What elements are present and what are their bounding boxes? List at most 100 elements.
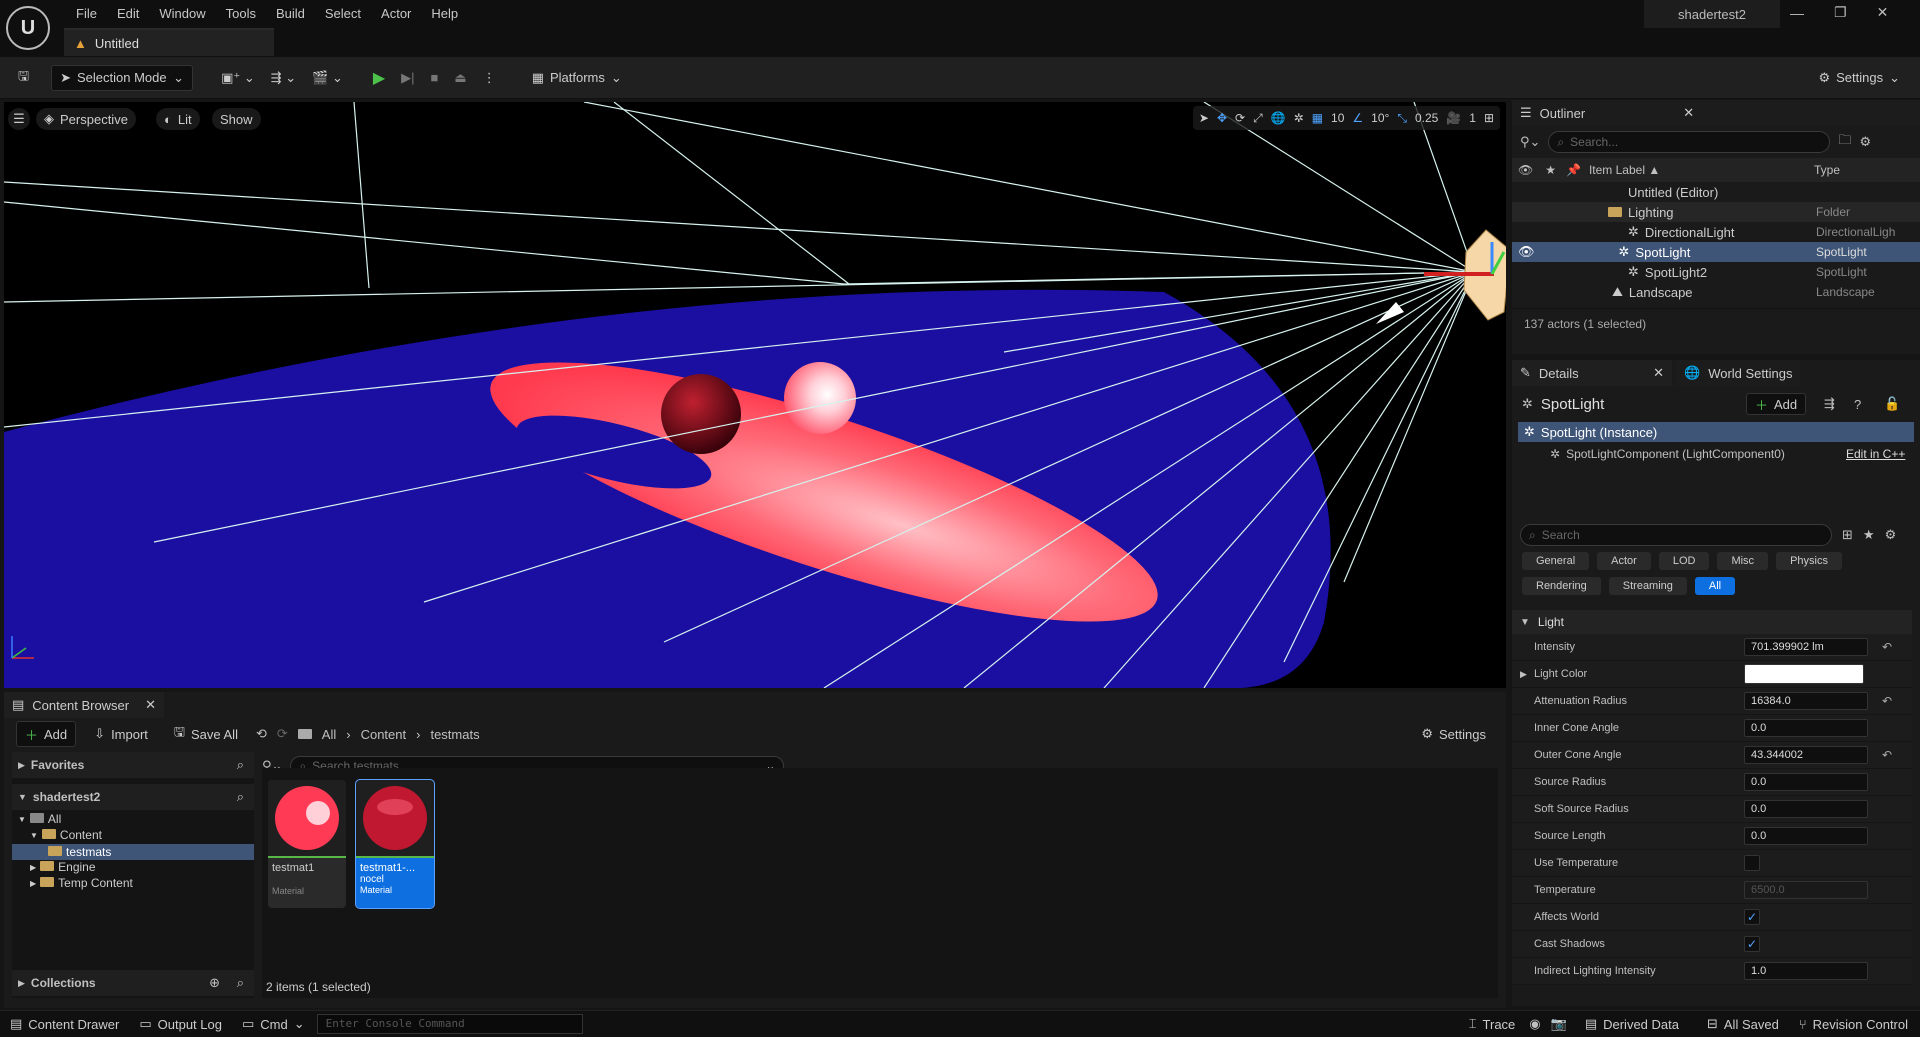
revision-control-button[interactable]: ⑂ Revision Control: [1799, 1017, 1908, 1032]
filter-streaming[interactable]: Streaming: [1608, 576, 1687, 595]
outliner-row-landscape[interactable]: ⛰ Landscape Landscape: [1512, 282, 1920, 302]
use-temperature-checkbox[interactable]: [1744, 855, 1760, 871]
cinematics-button[interactable]: 🎬 ⌄: [304, 65, 351, 91]
close-icon[interactable]: ✕: [1653, 365, 1664, 381]
tree-item-engine[interactable]: ▶ Engine: [30, 860, 96, 874]
collections-header[interactable]: ▶ Collections ⊕ ⌕: [12, 970, 254, 996]
perspective-button[interactable]: ◈ Perspective: [36, 108, 136, 130]
translate-tool-icon[interactable]: ✥: [1217, 111, 1227, 125]
derived-data-button[interactable]: ▤ Derived Data: [1585, 1016, 1679, 1032]
viewport-menu-button[interactable]: ☰: [8, 108, 30, 130]
rotation-snap-value[interactable]: 10°: [1371, 111, 1389, 125]
add-collection-icon[interactable]: ⊕: [209, 975, 220, 991]
filter-physics[interactable]: Physics: [1776, 551, 1842, 570]
gear-icon[interactable]: ⚙: [1859, 134, 1871, 150]
restore-icon[interactable]: ❐: [1834, 4, 1847, 21]
unreal-logo-icon[interactable]: U: [6, 6, 50, 50]
world-space-icon[interactable]: 🌐: [1271, 111, 1286, 125]
asset-tile-selected[interactable]: testmat1-... nocel Material: [355, 779, 435, 909]
component-instance-row[interactable]: ✲ SpotLight (Instance): [1518, 422, 1914, 442]
menu-help[interactable]: Help: [421, 6, 468, 21]
menu-actor[interactable]: Actor: [371, 6, 421, 21]
section-light-header[interactable]: ▼ Light: [1512, 610, 1912, 634]
visibility-icon[interactable]: 👁: [1518, 244, 1535, 260]
save-button[interactable]: 🖫: [10, 65, 37, 91]
camera-speed-icon[interactable]: 🎥: [1446, 111, 1461, 125]
red-sphere[interactable]: [661, 374, 741, 454]
import-button[interactable]: ⇩ Import: [86, 721, 156, 747]
tree-item-testmats[interactable]: testmats: [12, 844, 254, 860]
close-icon[interactable]: ✕: [1683, 105, 1694, 121]
close-icon[interactable]: ✕: [1877, 4, 1889, 21]
chevron-right-icon[interactable]: ▶: [1520, 669, 1527, 680]
star-icon[interactable]: ★: [1863, 527, 1875, 543]
content-drawer-button[interactable]: ▤ Content Drawer: [10, 1016, 119, 1032]
content-browser-tab[interactable]: ▤ Content Browser ✕: [4, 692, 164, 718]
rotate-tool-icon[interactable]: ⟳: [1235, 111, 1245, 125]
document-tab[interactable]: ▲ Untitled: [64, 28, 274, 56]
select-tool-icon[interactable]: ➤: [1199, 111, 1209, 125]
light-color-swatch[interactable]: [1744, 664, 1864, 684]
source-length-field[interactable]: 0.0: [1744, 827, 1868, 845]
filter-misc[interactable]: Misc: [1717, 551, 1769, 570]
outliner-row-directionallight[interactable]: ✲ DirectionalLight DirectionalLigh: [1512, 222, 1920, 242]
settings-dropdown[interactable]: ⚙ Settings ⌄: [1810, 65, 1908, 91]
filter-lod[interactable]: LOD: [1658, 551, 1710, 570]
tree-item-all[interactable]: ▼ All: [18, 812, 61, 826]
trace-button[interactable]: ⌶ Trace: [1469, 1016, 1516, 1032]
platforms-dropdown[interactable]: ▦ Platforms ⌄: [524, 65, 630, 91]
selection-mode-dropdown[interactable]: ➤ Selection Mode ⌄: [51, 64, 194, 91]
menu-tools[interactable]: Tools: [216, 6, 266, 21]
outliner-row-lighting[interactable]: Lighting Folder: [1512, 202, 1920, 222]
lit-button[interactable]: ◐ Lit: [156, 108, 200, 130]
indirect-lighting-field[interactable]: 1.0: [1744, 962, 1868, 980]
close-icon[interactable]: ✕: [145, 697, 156, 713]
gear-icon[interactable]: ⚙: [1885, 527, 1897, 543]
menu-build[interactable]: Build: [266, 6, 315, 21]
filter-rendering[interactable]: Rendering: [1522, 576, 1601, 595]
grid-snap-value[interactable]: 10: [1331, 111, 1344, 125]
camera-speed-value[interactable]: 1: [1469, 111, 1476, 125]
blueprint-icon[interactable]: ⇶: [1824, 396, 1835, 412]
scale-snap-icon[interactable]: ⤡: [1397, 111, 1407, 126]
play-button[interactable]: ▶: [365, 65, 393, 91]
inner-cone-field[interactable]: 0.0: [1744, 719, 1868, 737]
outliner-search-input[interactable]: ⌕ Search...: [1548, 131, 1831, 153]
component-row[interactable]: ✲ SpotLightComponent (LightComponent0) E…: [1512, 442, 1920, 466]
favorites-header[interactable]: ▶ Favorites ⌕: [12, 752, 254, 778]
all-saved-button[interactable]: ⊟ All Saved: [1707, 1016, 1779, 1032]
breadcrumb-all[interactable]: All: [322, 727, 336, 742]
search-icon[interactable]: ⌕: [237, 757, 244, 773]
affects-world-checkbox[interactable]: ✓: [1744, 909, 1760, 925]
grid-snap-icon[interactable]: ▦: [1312, 111, 1323, 125]
console-input[interactable]: Enter Console Command: [316, 1014, 583, 1034]
reset-icon[interactable]: ↶: [1882, 694, 1892, 708]
reset-icon[interactable]: ↶: [1882, 640, 1892, 654]
cb-settings-button[interactable]: ⚙ Settings: [1413, 721, 1494, 747]
scale-snap-value[interactable]: 0.25: [1415, 111, 1438, 125]
grid-view-icon[interactable]: ⊞: [1842, 527, 1853, 543]
outer-cone-field[interactable]: 43.344002: [1744, 746, 1868, 764]
back-icon[interactable]: ⟲: [256, 726, 267, 742]
record-icon[interactable]: ◉: [1529, 1016, 1540, 1032]
scale-tool-icon[interactable]: ⤢: [1253, 111, 1263, 126]
soft-source-radius-field[interactable]: 0.0: [1744, 800, 1868, 818]
project-header[interactable]: ▼ shadertest2 ⌕: [12, 784, 254, 810]
advance-frame-button[interactable]: ▶|: [393, 65, 422, 91]
camera-icon[interactable]: 📷: [1551, 1016, 1567, 1032]
cb-add-button[interactable]: ＋ Add: [16, 721, 77, 747]
asset-tile[interactable]: testmat1 Material: [268, 780, 346, 908]
tree-item-content[interactable]: ▼ Content: [30, 828, 102, 842]
blueprint-button[interactable]: ⇶ ⌄: [263, 65, 304, 91]
play-options-button[interactable]: ⋮: [475, 65, 504, 91]
pink-sphere[interactable]: [784, 362, 856, 434]
save-all-button[interactable]: 🖫 Save All: [166, 721, 246, 747]
folder-icon[interactable]: [297, 727, 312, 742]
viewport-scene[interactable]: [4, 102, 1506, 688]
eject-button[interactable]: ⏏: [446, 65, 474, 91]
filter-icon[interactable]: ⚲⌄: [1520, 134, 1540, 150]
forward-icon[interactable]: ⟳: [277, 726, 288, 742]
menu-edit[interactable]: Edit: [107, 6, 149, 21]
filter-all[interactable]: All: [1694, 576, 1736, 595]
add-component-button[interactable]: ＋ Add: [1746, 393, 1807, 415]
